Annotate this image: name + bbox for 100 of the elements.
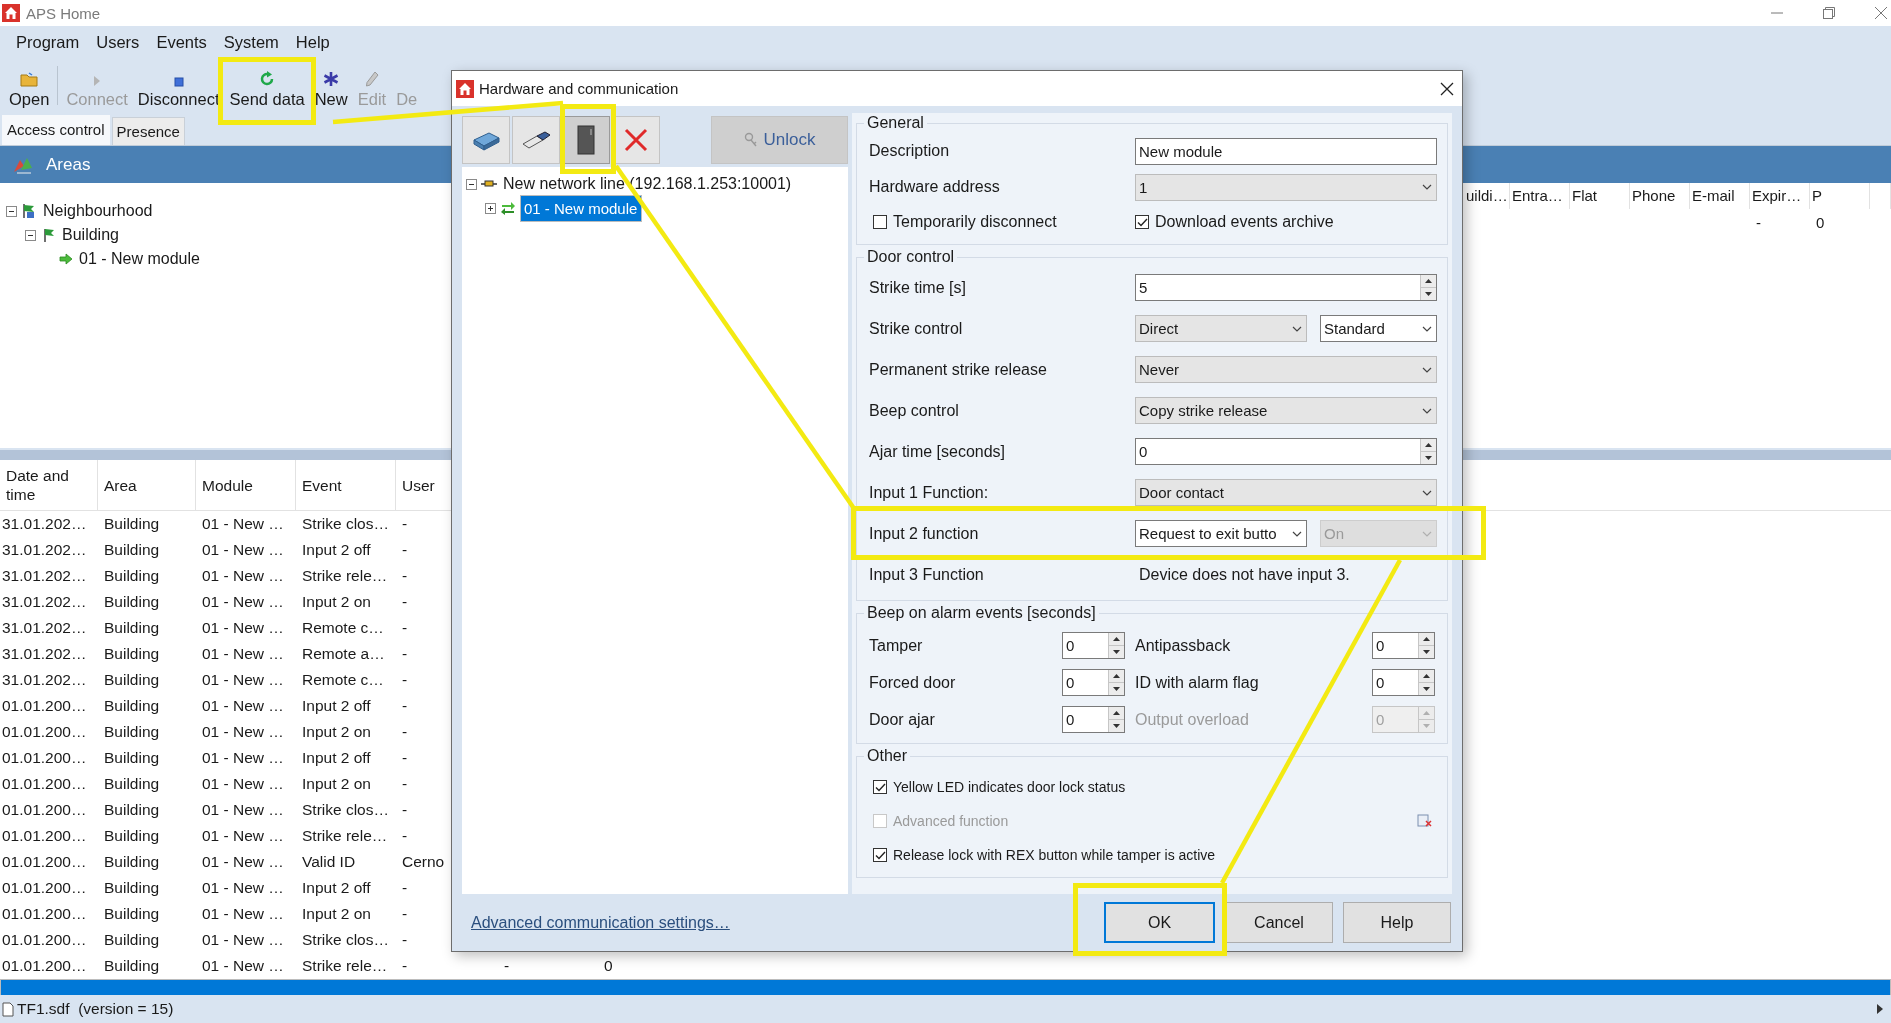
dialog-button[interactable]: Cancel bbox=[1225, 902, 1333, 943]
table-cell-text: Building bbox=[103, 774, 161, 794]
dropdown[interactable]: Copy strike release bbox=[1135, 397, 1437, 424]
table-cell-text: Building bbox=[103, 852, 161, 872]
menu-item[interactable]: Users bbox=[88, 32, 149, 52]
table-cell-text: - bbox=[401, 956, 409, 976]
tree-item[interactable]: Neighbourhood bbox=[41, 201, 155, 221]
menu-item[interactable]: Help bbox=[287, 32, 339, 52]
column-header[interactable]: Phone bbox=[1630, 183, 1690, 209]
table-cell-text: - bbox=[401, 878, 409, 898]
column-header[interactable]: Expir… bbox=[1750, 183, 1810, 209]
table-cell-text: 01.01.200… bbox=[1, 826, 88, 846]
table-cell-text: - bbox=[401, 800, 409, 820]
tab[interactable]: Presence bbox=[111, 117, 185, 145]
table-cell-text: 01.01.200… bbox=[1, 774, 88, 794]
checkbox-label: Yellow LED indicates door lock status bbox=[893, 779, 1126, 795]
table-cell-text: - bbox=[401, 540, 409, 560]
column-header[interactable]: Entra… bbox=[1510, 183, 1570, 209]
table-cell-text: 01.01.200… bbox=[1, 956, 88, 976]
table-cell-text: Remote c… bbox=[301, 670, 385, 690]
tree-item[interactable]: 01 - New module bbox=[77, 249, 202, 269]
table-cell-text: - bbox=[1755, 213, 1762, 233]
field-label: Hardware address bbox=[869, 178, 1001, 196]
column-header[interactable]: P bbox=[1810, 183, 1870, 209]
column-header[interactable]: Event bbox=[296, 460, 396, 511]
table-cell-text: - bbox=[401, 592, 409, 612]
advanced-settings-link[interactable]: Advanced communication settings… bbox=[471, 913, 730, 932]
field-label: ID with alarm flag bbox=[1134, 673, 1260, 692]
table-cell-text: Strike rele… bbox=[301, 826, 389, 846]
dropdown[interactable]: Door contact bbox=[1135, 479, 1437, 506]
dialog-button[interactable]: Help bbox=[1343, 902, 1451, 943]
table-cell-text: Building bbox=[103, 670, 161, 690]
unlock-button[interactable]: Unlock bbox=[711, 116, 848, 164]
table-cell-text: - bbox=[401, 748, 409, 768]
column-header[interactable]: Date and time bbox=[0, 460, 98, 511]
table-cell-text: Building bbox=[103, 566, 161, 586]
tree-item[interactable]: New network line (192.168.1.253:10001) bbox=[501, 174, 794, 194]
dialog-button[interactable]: OK bbox=[1104, 902, 1215, 943]
toolbar-button[interactable]: Send data bbox=[224, 58, 310, 113]
number-field[interactable]: 0 bbox=[1372, 632, 1435, 659]
section-title: Door control bbox=[866, 247, 956, 267]
dropdown[interactable]: Request to exit butto bbox=[1135, 520, 1307, 547]
table-cell-text: 31.01.202… bbox=[1, 514, 88, 534]
dropdown[interactable]: Standard bbox=[1320, 315, 1437, 342]
tree-item[interactable]: 01 - New module bbox=[520, 194, 643, 222]
table-cell-text: Strike rele… bbox=[301, 566, 389, 586]
column-header[interactable]: Flat bbox=[1570, 183, 1630, 209]
field-label: Door ajar bbox=[869, 710, 936, 729]
table-cell-text: 01.01.200… bbox=[1, 696, 88, 716]
dialog-title: Hardware and communication bbox=[479, 80, 679, 97]
table-cell-text: 01 - New … bbox=[201, 904, 285, 924]
table-cell-text: Building bbox=[103, 540, 161, 560]
dropdown[interactable]: Never bbox=[1135, 356, 1437, 383]
number-field[interactable]: 0 bbox=[1135, 438, 1437, 465]
toolbar-button[interactable]: New bbox=[309, 58, 353, 113]
table-cell-text: - bbox=[401, 566, 409, 586]
text-field[interactable]: New module bbox=[1135, 137, 1437, 165]
table-cell-text: 01.01.200… bbox=[1, 800, 88, 820]
number-field[interactable]: 0 bbox=[1372, 669, 1435, 696]
number-field[interactable]: 0 bbox=[1062, 632, 1125, 659]
number-field[interactable]: 0 bbox=[1062, 669, 1125, 696]
table-cell-text: 01.01.200… bbox=[1, 878, 88, 898]
toolbar-button[interactable]: Disconnect bbox=[132, 58, 225, 113]
column-header[interactable]: Area bbox=[98, 460, 196, 511]
table-cell-text: - bbox=[503, 956, 511, 976]
table-cell-text: Remote c… bbox=[301, 618, 385, 638]
column-header[interactable]: Module bbox=[196, 460, 296, 511]
dropdown[interactable]: Direct bbox=[1135, 315, 1307, 342]
table-cell-text: Building bbox=[103, 748, 161, 768]
dropdown[interactable]: 1 bbox=[1135, 173, 1437, 201]
table-cell-text: 01.01.200… bbox=[1, 722, 88, 742]
table-cell-text: 0 bbox=[1815, 213, 1826, 233]
table-cell-text: 01 - New … bbox=[201, 592, 285, 612]
field-label: Input 1 Function: bbox=[869, 483, 990, 502]
table-cell-text: Building bbox=[103, 696, 161, 716]
table-cell-text: 01 - New … bbox=[201, 644, 285, 664]
table-cell-text: Input 2 off bbox=[301, 540, 372, 560]
section-title: Beep on alarm events [seconds] bbox=[866, 603, 1097, 623]
field-label: Forced door bbox=[869, 673, 957, 692]
table-cell-text: 31.01.202… bbox=[1, 670, 88, 690]
table-cell-text: 01 - New … bbox=[201, 774, 285, 794]
table-cell-text: Building bbox=[103, 956, 161, 976]
table-cell-text: Cerno bbox=[401, 852, 446, 872]
menu-item[interactable]: Program bbox=[8, 32, 89, 52]
tree-item[interactable]: Building bbox=[60, 225, 121, 245]
column-header[interactable]: E-mail bbox=[1690, 183, 1750, 209]
number-field[interactable]: 5 bbox=[1135, 274, 1437, 301]
menu-item[interactable]: System bbox=[215, 32, 288, 52]
table-cell-text: Building bbox=[103, 904, 161, 924]
field-label: Input 2 function bbox=[869, 524, 980, 543]
table-cell-text: 01 - New … bbox=[201, 748, 285, 768]
number-field[interactable]: 0 bbox=[1062, 706, 1125, 733]
tab[interactable]: Access control bbox=[2, 115, 110, 145]
table-cell-text: 01 - New … bbox=[201, 852, 285, 872]
field-label: Ajar time [seconds] bbox=[869, 442, 1007, 461]
toolbar-button[interactable]: Open bbox=[4, 58, 55, 113]
table-cell-text: Building bbox=[103, 878, 161, 898]
table-cell-text: 31.01.202… bbox=[1, 540, 88, 560]
menu-item[interactable]: Events bbox=[148, 32, 216, 52]
table-cell-text: Input 2 on bbox=[301, 592, 372, 612]
